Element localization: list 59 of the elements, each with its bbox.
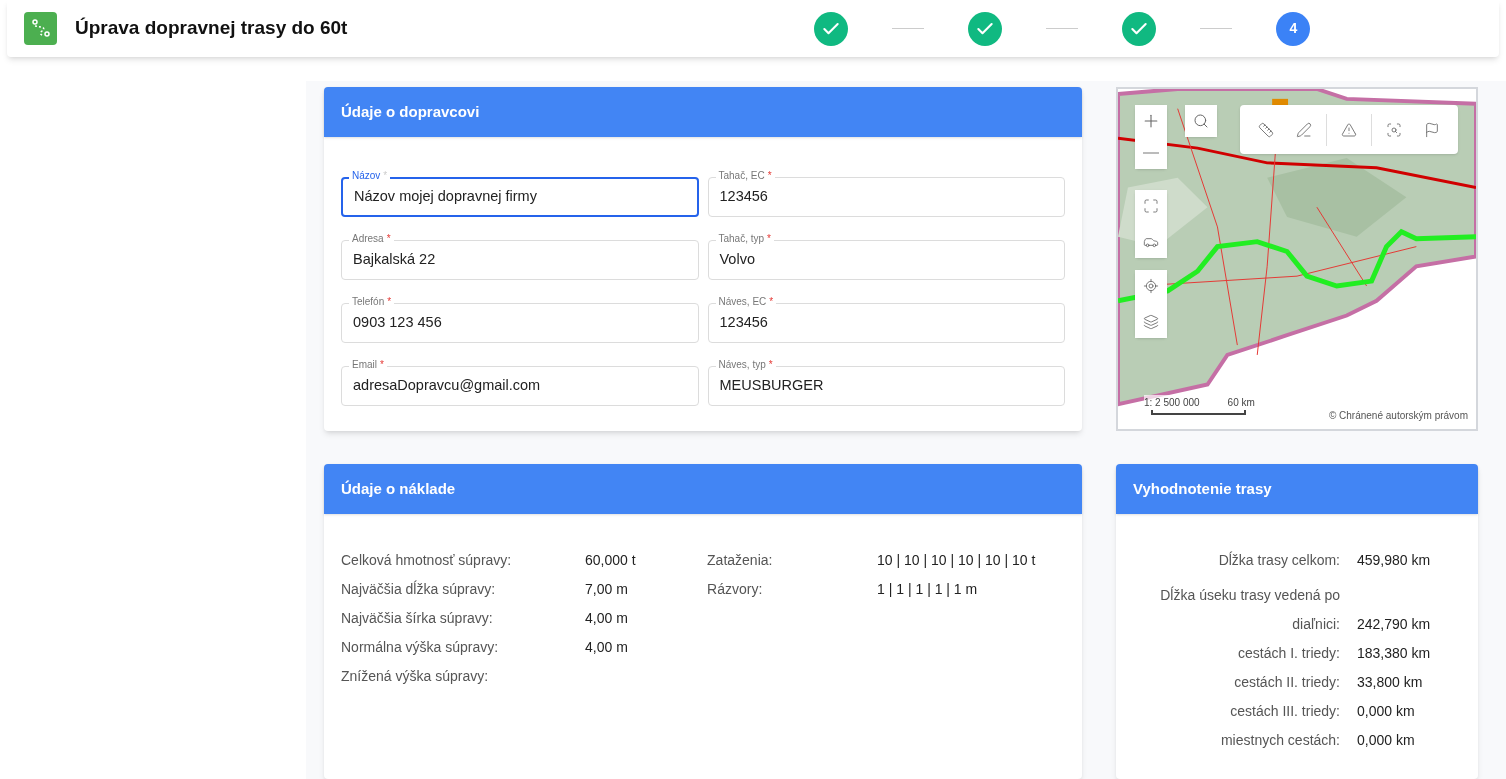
load-label: Rázvory: — [707, 579, 764, 596]
route-value: 0,000 km — [1357, 701, 1415, 718]
load-label: Najväčšia šírka súpravy: — [341, 608, 494, 625]
route-label: diaľnici: — [1291, 614, 1340, 631]
field-value: 123456 — [719, 313, 768, 333]
load-value: 7,00 m — [585, 579, 628, 596]
route-label: miestnych cestách: — [1219, 730, 1340, 747]
route-value: 242,790 km — [1357, 614, 1431, 631]
layers-icon — [1143, 314, 1159, 330]
pen-icon — [1296, 121, 1312, 138]
route-label: cestách II. triedy: — [1233, 672, 1340, 689]
flag-icon — [1424, 121, 1440, 138]
route-heading: Dĺžka úseku trasy vedená po — [1159, 585, 1340, 602]
scan-icon — [1386, 121, 1402, 138]
route-value: 33,800 km — [1357, 672, 1423, 689]
field-value: 0903 123 456 — [353, 313, 442, 333]
card-title: Údaje o náklade — [341, 478, 456, 499]
card-title: Vyhodnotenie trasy — [1133, 478, 1272, 499]
load-value: 10 | 10 | 10 | 10 | 10 | 10 t — [877, 550, 1036, 567]
ruler-icon — [1258, 121, 1274, 138]
field-value: adresaDopravcu@gmail.com — [353, 376, 541, 396]
fullscreen-icon — [1143, 198, 1159, 214]
load-value: 60,000 t — [585, 550, 636, 567]
route-value: 0,000 km — [1357, 730, 1415, 747]
load-label: Normálna výška súpravy: — [341, 637, 500, 654]
route-label: Dĺžka trasy celkom: — [1217, 550, 1340, 567]
scale-distance: 60 km — [1227, 396, 1255, 410]
load-value: 4,00 m — [585, 637, 628, 654]
map-scale: 1: 2 500 000 — [1144, 396, 1200, 410]
zoom-out-button[interactable] — [1135, 137, 1167, 169]
fullscreen-button[interactable] — [1135, 190, 1167, 222]
step-number: 4 — [1276, 11, 1311, 46]
load-value: 4,00 m — [585, 608, 628, 625]
field-value: MEUSBURGER — [719, 376, 824, 396]
route-value: 459,980 km — [1357, 550, 1431, 567]
route-label: cestách III. triedy: — [1229, 701, 1340, 718]
field-value: Volvo — [719, 250, 755, 270]
field-value: Názov mojej dopravnej firmy — [354, 187, 537, 207]
warning-icon — [1341, 121, 1357, 138]
search-icon — [1193, 113, 1209, 129]
car-button[interactable] — [1135, 226, 1167, 258]
card-title: Údaje o dopravcovi — [341, 101, 480, 122]
page-title: Úprava dopravnej trasy do 60t — [75, 16, 348, 41]
locate-button[interactable] — [1135, 270, 1167, 302]
crosshair-icon — [1143, 278, 1159, 294]
load-label: Najväčšia dĺžka súpravy: — [341, 579, 497, 596]
search-button[interactable] — [1185, 105, 1217, 137]
route-value: 183,380 km — [1357, 643, 1431, 660]
zoom-in-button[interactable] — [1135, 105, 1167, 137]
route-logo-icon — [24, 12, 57, 45]
load-label: Zataženia: — [707, 550, 774, 567]
field-value: Bajkalská 22 — [353, 250, 436, 270]
load-value: 1 | 1 | 1 | 1 | 1 m — [877, 579, 978, 596]
field-value: 123456 — [719, 187, 768, 207]
route-label: cestách I. triedy: — [1237, 643, 1340, 660]
minus-icon — [1143, 152, 1159, 154]
layers-button[interactable] — [1135, 306, 1167, 338]
load-label: Celková hmotnosť súpravy: — [341, 550, 513, 567]
load-label: Znížená výška súpravy: — [341, 666, 490, 683]
